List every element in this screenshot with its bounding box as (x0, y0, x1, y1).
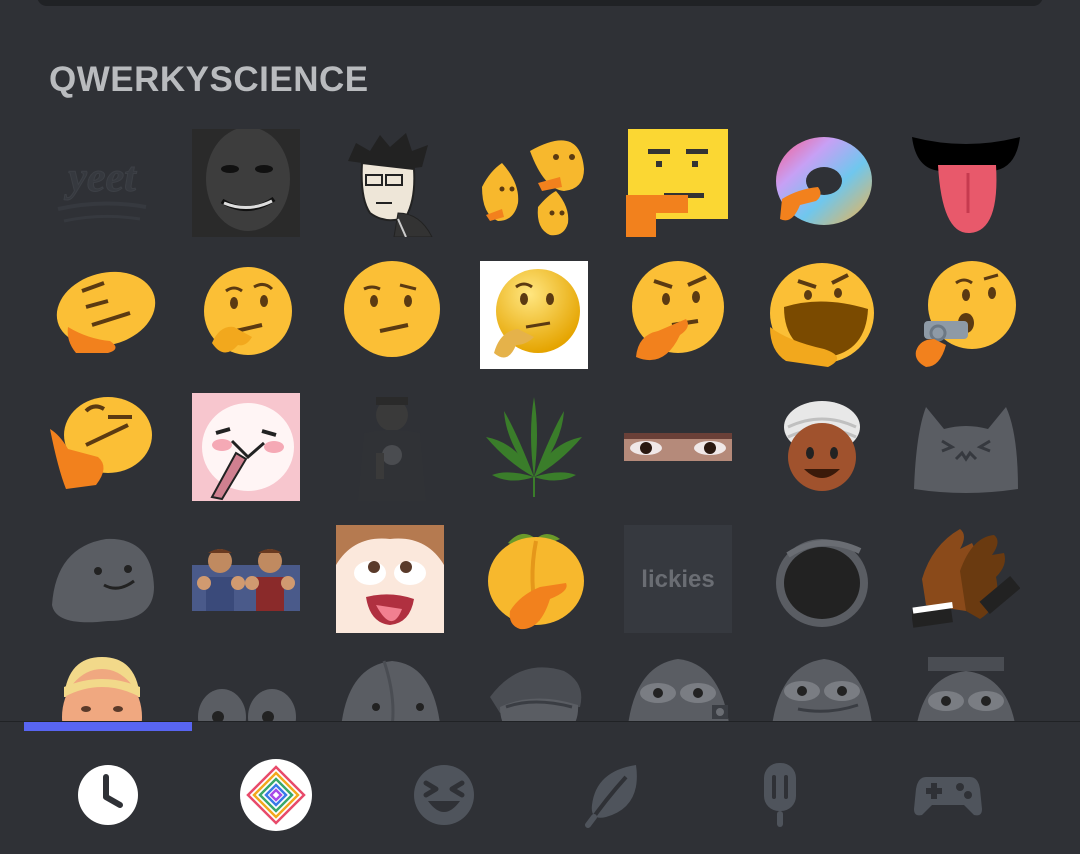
two-men-ok-hands-emoji[interactable] (192, 525, 300, 633)
tab-food[interactable] (744, 759, 816, 831)
pepe-camera-emoji[interactable] (624, 657, 732, 721)
gun-thinking-emoji[interactable] (912, 261, 1020, 369)
peach-pointing-emoji[interactable] (480, 525, 588, 633)
tab-activities[interactable] (912, 759, 984, 831)
popsicle-icon (764, 763, 796, 827)
emoji-grid: yeet lickies (0, 0, 1080, 721)
smiley-icon (414, 765, 474, 825)
unamused-face-emoji[interactable] (336, 261, 444, 369)
anime-face-emoji[interactable] (336, 525, 444, 633)
active-tab-indicator (24, 722, 192, 731)
gray-blob-emoji[interactable] (336, 657, 444, 721)
svg-text:yeet: yeet (63, 155, 137, 201)
square-thinking-emoji[interactable] (624, 129, 732, 237)
clock-icon (78, 765, 138, 825)
googly-eyes-emoji[interactable] (192, 657, 300, 721)
tilted-thinking-emoji[interactable] (48, 261, 156, 369)
tongue-out-emoji[interactable] (912, 129, 1020, 237)
gray-cat-emoji[interactable] (912, 393, 1020, 501)
thinking-emoji[interactable] (192, 261, 300, 369)
pink-bear-emoji[interactable] (192, 393, 300, 501)
3d-thinking-emoji[interactable] (480, 261, 588, 369)
lickies-emoji[interactable]: lickies (624, 525, 732, 633)
blob-smile-emoji[interactable] (48, 525, 156, 633)
cannabis-leaf-emoji[interactable] (480, 393, 588, 501)
turban-face-emoji[interactable] (768, 393, 876, 501)
clapping-hands-emoji[interactable] (912, 525, 1020, 633)
sideways-thinking-emoji[interactable] (48, 393, 156, 501)
tab-people[interactable] (408, 759, 480, 831)
big-mouth-thinking-emoji[interactable] (768, 261, 876, 369)
tab-recent[interactable] (72, 759, 144, 831)
pepe-police-emoji[interactable] (912, 657, 1020, 721)
server-logo-icon (240, 759, 312, 831)
thinking-pointing-emoji[interactable] (624, 261, 732, 369)
gamepad-icon (914, 777, 982, 816)
dark-face-smile-emoji[interactable] (192, 129, 300, 237)
pepe-hat-emoji[interactable] (480, 657, 588, 721)
torus-thinking-emoji[interactable] (768, 129, 876, 237)
yeet-emoji[interactable]: yeet (48, 129, 156, 237)
triple-thinking-emoji[interactable] (480, 129, 588, 237)
svg-text:lickies: lickies (641, 566, 714, 593)
tab-custom-server[interactable] (240, 759, 312, 831)
singer-photo-emoji[interactable] (336, 393, 444, 501)
dark-ring-emoji[interactable] (768, 525, 876, 633)
glasses-man-drawing-emoji[interactable] (336, 129, 444, 237)
pepe-smirk-emoji[interactable] (768, 657, 876, 721)
trump-face-emoji[interactable] (48, 657, 156, 721)
tab-nature[interactable] (576, 759, 648, 831)
staring-eyes-emoji[interactable] (624, 393, 732, 501)
leaf-icon (585, 765, 637, 828)
